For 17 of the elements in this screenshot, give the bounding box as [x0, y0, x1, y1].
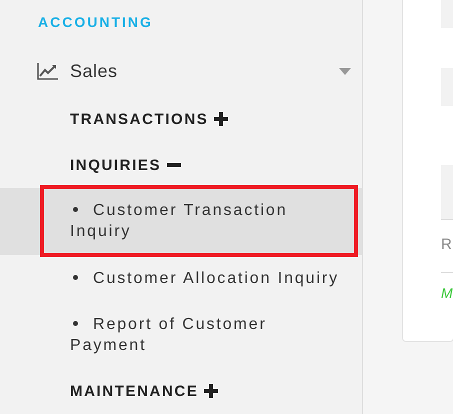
group-heading[interactable]: TRANSACTIONS — [0, 96, 228, 142]
bullet-icon — [73, 207, 78, 212]
menu-item[interactable]: Report of Customer Payment — [0, 301, 362, 368]
caret-icon — [339, 68, 351, 74]
section-heading: ACCOUNTING — [37, 13, 154, 31]
plus-icon — [204, 384, 218, 398]
plus-icon — [214, 112, 228, 126]
menu-item[interactable]: Sales — [37, 56, 351, 86]
menu-item[interactable]: Customer Transaction Inquiry — [0, 188, 362, 255]
group-heading[interactable]: INQUIRIES — [0, 142, 182, 188]
bullet-icon — [73, 275, 78, 280]
table-cell: R — [441, 220, 453, 273]
group-heading[interactable]: MAINTENANCE — [0, 368, 218, 414]
line-chart-icon — [37, 62, 59, 80]
note-text: M — [441, 284, 453, 301]
menu-item[interactable]: Customer Allocation Inquiry — [0, 255, 362, 301]
bullet-icon — [73, 321, 78, 326]
